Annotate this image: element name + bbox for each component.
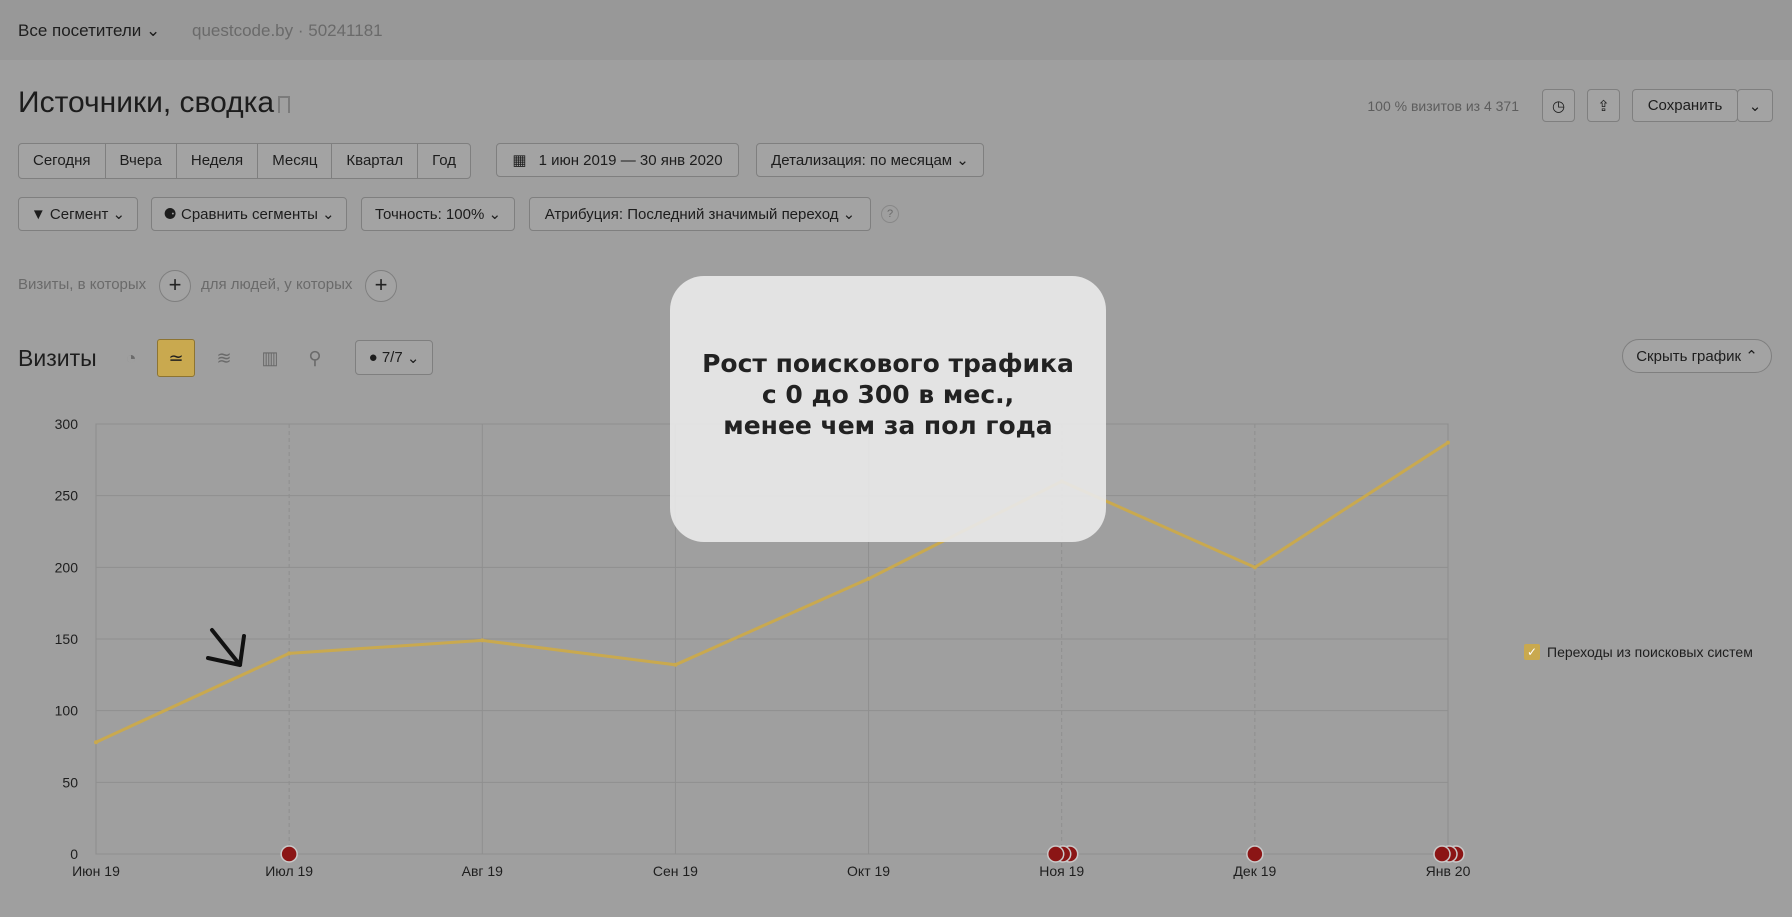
save-button[interactable]: Сохранить — [1632, 89, 1738, 122]
y-tick-label: 50 — [62, 774, 78, 790]
bar-chart-icon[interactable]: ▥ — [251, 339, 289, 377]
data-point — [94, 740, 98, 745]
y-tick-label: 300 — [55, 416, 79, 432]
period-year[interactable]: Год — [418, 144, 470, 178]
x-tick-label: Сен 19 — [653, 863, 698, 879]
segment-select[interactable]: Все посетители ⌄ — [18, 21, 160, 41]
counter-label: questcode.by · 50241181 — [192, 21, 383, 40]
visits-condition-label: Визиты, в которых — [18, 276, 147, 293]
map-icon[interactable]: ⚲ — [296, 339, 334, 377]
chevron-down-icon: ⌄ — [956, 152, 969, 169]
history-button[interactable]: ◷ — [1542, 89, 1575, 122]
y-tick-label: 150 — [55, 631, 79, 647]
period-quarter[interactable]: Квартал — [332, 144, 419, 178]
period-today[interactable]: Сегодня — [19, 144, 106, 178]
segments-icon: ⚈ — [163, 206, 177, 223]
compare-segments-button[interactable]: ⚈ Сравнить сегменты ⌄ — [151, 197, 347, 231]
segment-button[interactable]: ▼ Сегмент ⌄ — [18, 197, 138, 231]
visits-info: 100 % визитов из 4 371 — [1367, 98, 1519, 114]
legend-label: Переходы из поисковых систем — [1547, 644, 1753, 660]
x-tick-label: Янв 20 — [1426, 863, 1471, 879]
line-chart-icon[interactable]: ≃ — [157, 339, 195, 377]
note-marker — [1246, 845, 1264, 863]
hide-chart-button[interactable]: Скрыть график ⌃ — [1622, 339, 1772, 373]
period-tabs: Сегодня Вчера Неделя Месяц Квартал Год — [18, 143, 472, 179]
chevron-up-icon: ⌃ — [1745, 348, 1758, 365]
y-tick-label: 0 — [70, 846, 78, 862]
note-marker — [280, 845, 298, 863]
data-point — [480, 638, 485, 643]
chart-section-title: Визиты — [18, 345, 97, 371]
legend-checkbox[interactable]: ✓ — [1524, 644, 1540, 660]
calendar-icon: ▦ — [512, 152, 527, 169]
y-tick-label: 250 — [55, 488, 79, 504]
comments-button[interactable]: ● 7/7 ⌄ — [355, 340, 433, 375]
x-tick-label: Ноя 19 — [1039, 863, 1084, 879]
data-point — [287, 651, 292, 656]
export-icon: ⇪ — [1597, 97, 1610, 115]
arrow-icon — [206, 628, 246, 667]
note-marker — [1046, 845, 1065, 863]
annotation-overlay: Рост поискового трафика с 0 до 300 в мес… — [670, 276, 1106, 542]
data-point — [866, 576, 871, 581]
period-yesterday[interactable]: Вчера — [106, 144, 177, 178]
period-month[interactable]: Месяц — [258, 144, 333, 178]
save-menu-button[interactable]: ⌄ — [1737, 89, 1773, 122]
y-tick-label: 200 — [55, 559, 79, 575]
data-point — [673, 662, 678, 667]
x-tick-label: Июл 19 — [265, 863, 313, 879]
note-marker — [1433, 845, 1451, 863]
data-point — [1446, 440, 1450, 445]
comment-icon: ● — [368, 349, 378, 366]
legend-item[interactable]: ✓ Переходы из поисковых систем — [1524, 644, 1753, 660]
period-week[interactable]: Неделя — [177, 144, 259, 178]
date-range-button[interactable]: ▦ 1 июн 2019 — 30 янв 2020 — [496, 143, 739, 177]
attribution-select[interactable]: Атрибуция: Последний значимый переход ⌄ — [529, 197, 871, 231]
chevron-down-icon: ⌄ — [1748, 97, 1762, 115]
x-tick-label: Дек 19 — [1233, 863, 1276, 879]
page-title: Источники, сводка — [18, 86, 275, 119]
x-tick-label: Авг 19 — [462, 863, 504, 879]
x-tick-label: Окт 19 — [847, 863, 890, 879]
pie-chart-icon[interactable]: ◔ — [112, 339, 150, 377]
y-tick-label: 100 — [55, 703, 79, 719]
detail-select[interactable]: Детализация: по месяцам ⌄ — [756, 143, 984, 177]
bookmark-icon[interactable] — [278, 96, 290, 113]
add-visits-condition-button[interactable]: + — [159, 270, 191, 302]
data-point — [1252, 565, 1257, 570]
help-icon[interactable]: ? — [881, 205, 899, 223]
filter-icon: ▼ — [30, 205, 46, 223]
accuracy-select[interactable]: Точность: 100% ⌄ — [361, 197, 515, 231]
top-bar: Все посетители ⌄ questcode.by · 50241181 — [0, 0, 1792, 60]
clock-icon: ◷ — [1551, 97, 1566, 115]
add-people-condition-button[interactable]: + — [365, 270, 397, 302]
export-button[interactable]: ⇪ — [1587, 89, 1620, 122]
x-tick-label: Июн 19 — [72, 863, 120, 879]
area-chart-icon[interactable]: ≋ — [205, 339, 243, 377]
people-condition-label: для людей, у которых — [201, 276, 353, 293]
